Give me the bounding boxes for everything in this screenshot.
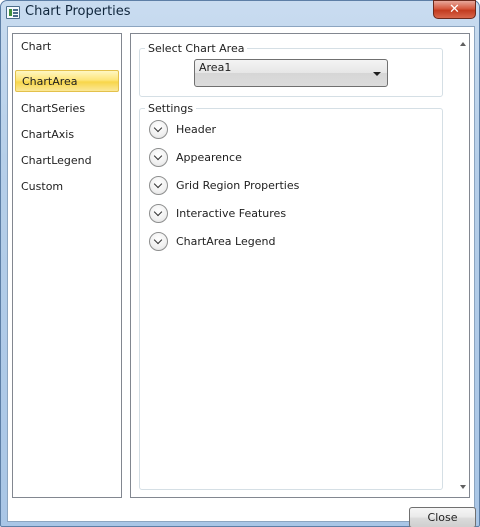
sidebar-item-chartaxis[interactable]: ChartAxis <box>15 124 119 146</box>
expander-label: Header <box>176 123 217 136</box>
chevron-down-icon[interactable] <box>149 232 168 251</box>
sidebar-item-custom[interactable]: Custom <box>15 176 119 198</box>
chevron-down-icon[interactable] <box>149 176 168 195</box>
chevron-down-icon[interactable] <box>149 204 168 223</box>
chevron-down-icon[interactable] <box>149 148 168 167</box>
chart-area-dropdown[interactable]: Area1 <box>194 59 388 87</box>
settings-label: Settings <box>148 102 194 115</box>
category-list: Chart ChartArea ChartSeries ChartAxis Ch… <box>12 33 122 498</box>
select-chart-area-label: Select Chart Area <box>148 42 245 55</box>
sidebar-item-chartlegend[interactable]: ChartLegend <box>15 150 119 172</box>
chevron-down-icon[interactable] <box>149 120 168 139</box>
sidebar-item-chart[interactable]: Chart <box>15 36 119 58</box>
window-title: Chart Properties <box>25 4 131 19</box>
expander-label: ChartArea Legend <box>176 235 276 248</box>
dropdown-arrow-icon <box>373 72 381 76</box>
select-chart-area-group: Select Chart Area Area1 <box>139 42 443 97</box>
expander-label: Interactive Features <box>176 207 287 220</box>
close-button[interactable]: Close <box>409 507 476 527</box>
expander-label: Grid Region Properties <box>176 179 300 192</box>
settings-group: Settings Header Appearence Grid Region P… <box>139 102 443 490</box>
expander-label: Appearence <box>176 151 242 164</box>
expander-header[interactable]: Header <box>149 119 409 141</box>
window-close-button[interactable]: ✕ <box>433 0 476 19</box>
chart-area-selected-value: Area1 <box>199 61 232 74</box>
properties-panel: Select Chart Area Area1 Settings Header … <box>130 33 470 498</box>
expander-interactive-features[interactable]: Interactive Features <box>149 203 409 225</box>
scroll-up-arrow[interactable] <box>460 42 466 46</box>
scroll-down-arrow[interactable] <box>460 485 466 489</box>
sidebar-item-chartseries[interactable]: ChartSeries <box>15 98 119 120</box>
expander-appearence[interactable]: Appearence <box>149 147 409 169</box>
chart-properties-window: Chart Properties ✕ Chart ChartArea Chart… <box>0 0 480 527</box>
expander-chartarea-legend[interactable]: ChartArea Legend <box>149 231 409 253</box>
sidebar-item-chartarea[interactable]: ChartArea <box>15 70 119 92</box>
expander-grid-region-properties[interactable]: Grid Region Properties <box>149 175 409 197</box>
chart-window-icon <box>6 6 20 19</box>
title-bar[interactable]: Chart Properties ✕ <box>1 0 479 25</box>
dialog-body: Chart ChartArea ChartSeries ChartAxis Ch… <box>7 26 476 527</box>
